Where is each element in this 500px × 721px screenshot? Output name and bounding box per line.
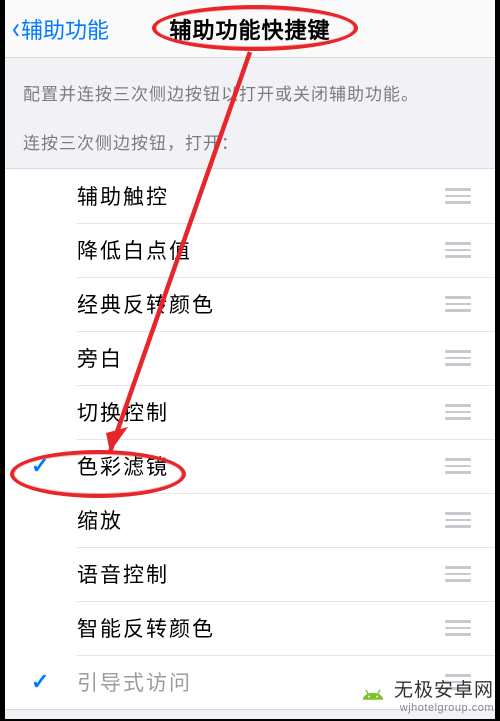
reorder-handle-icon[interactable] [445, 404, 471, 420]
reorder-handle-icon[interactable] [445, 296, 471, 312]
list-item-label: 智能反转颜色 [77, 613, 445, 643]
list-item-label: 降低白点值 [77, 235, 445, 265]
list-item[interactable]: ✓引导式访问 [5, 655, 495, 709]
checkmark-icon: ✓ [31, 669, 77, 695]
reorder-handle-icon[interactable] [445, 620, 471, 636]
list-item[interactable]: 经典反转颜色 [5, 277, 495, 331]
list-item[interactable]: 智能反转颜色 [5, 601, 495, 655]
list-item-label: 缩放 [77, 505, 445, 535]
list-item[interactable]: ✓色彩滤镜 [5, 439, 495, 493]
list-item-label: 辅助触控 [77, 181, 445, 211]
list-item-label: 经典反转颜色 [77, 289, 445, 319]
reorder-handle-icon[interactable] [445, 512, 471, 528]
list-item[interactable]: 切换控制 [5, 385, 495, 439]
reorder-handle-icon[interactable] [445, 188, 471, 204]
section-description: 配置并连按三次侧边按钮以打开或关闭辅助功能。 连按三次侧边按钮，打开： [5, 58, 495, 168]
list-item-label: 语音控制 [77, 559, 445, 589]
list-item-label: 旁白 [77, 343, 445, 373]
back-label: 辅助功能 [21, 13, 109, 45]
shortcut-list: 辅助触控降低白点值经典反转颜色旁白切换控制✓色彩滤镜缩放语音控制智能反转颜色✓引… [5, 168, 495, 710]
reorder-handle-icon[interactable] [445, 458, 471, 474]
intro-line-1: 配置并连按三次侧边按钮以打开或关闭辅助功能。 [23, 80, 477, 105]
reorder-handle-icon[interactable] [445, 350, 471, 366]
list-item-label: 色彩滤镜 [77, 451, 445, 481]
chevron-left-icon: ‹ [12, 12, 20, 46]
navbar: ‹ 辅助功能 辅助功能快捷键 [5, 0, 495, 58]
checkmark-icon: ✓ [31, 453, 77, 479]
page-title: 辅助功能快捷键 [169, 13, 330, 45]
intro-line-2: 连按三次侧边按钮，打开： [23, 129, 477, 154]
back-button[interactable]: ‹ 辅助功能 [11, 0, 109, 57]
list-item-label: 切换控制 [77, 397, 445, 427]
list-item[interactable]: 缩放 [5, 493, 495, 547]
settings-screen: ‹ 辅助功能 辅助功能快捷键 配置并连按三次侧边按钮以打开或关闭辅助功能。 连按… [5, 0, 495, 719]
list-item[interactable]: 旁白 [5, 331, 495, 385]
reorder-handle-icon[interactable] [445, 566, 471, 582]
reorder-handle-icon[interactable] [445, 242, 471, 258]
list-item-label: 引导式访问 [77, 667, 445, 697]
reorder-handle-icon[interactable] [445, 674, 471, 690]
list-item[interactable]: 降低白点值 [5, 223, 495, 277]
list-item[interactable]: 辅助触控 [5, 169, 495, 223]
list-item[interactable]: 语音控制 [5, 547, 495, 601]
